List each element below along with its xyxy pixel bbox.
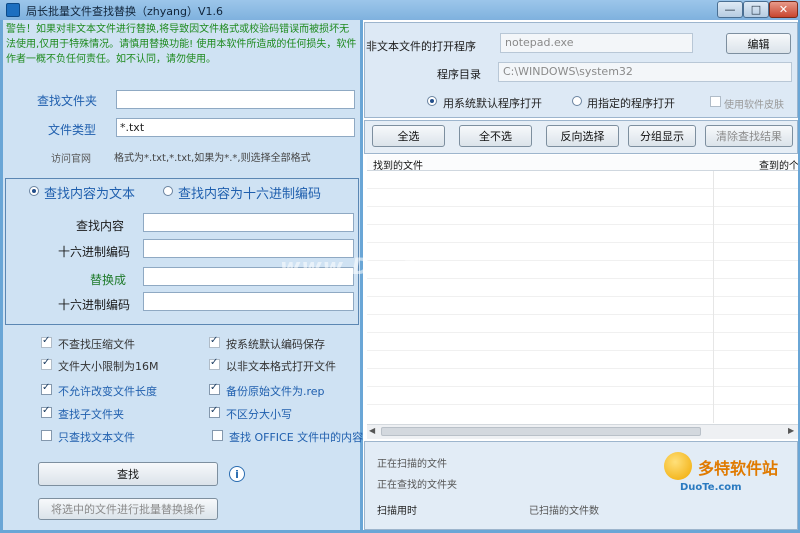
option-label-8: 只查找文本文件	[58, 431, 135, 444]
option-checkbox-1[interactable]	[209, 335, 220, 348]
visit-site-link[interactable]: 访问官网	[51, 150, 91, 165]
file-type-label: 文件类型	[48, 123, 97, 137]
use-default-radio[interactable]	[427, 96, 437, 106]
select-none-button[interactable]: 全不选	[459, 125, 532, 147]
maximize-button[interactable]: □	[743, 1, 769, 18]
mode-text-radio[interactable]	[29, 186, 39, 196]
mode-text-label: 查找内容为文本	[44, 187, 136, 202]
invert-selection-button[interactable]: 反向选择	[546, 125, 619, 147]
close-button[interactable]: ✕	[769, 1, 798, 18]
option-checkbox-2[interactable]	[41, 357, 52, 370]
hex1-label: 十六进制编码	[58, 245, 131, 259]
group-show-button[interactable]: 分组显示	[628, 125, 696, 147]
replace-hex-input[interactable]	[143, 292, 354, 311]
option-checkbox-0[interactable]	[41, 335, 52, 348]
option-checkbox-4[interactable]	[41, 382, 52, 395]
open-program-field[interactable]: notepad.exe	[500, 33, 693, 53]
scan-time-label: 扫描用时	[377, 506, 417, 517]
format-hint: 格式为*.txt,*.txt,如果为*.*,则选择全部格式	[114, 153, 311, 164]
find-button[interactable]: 查找	[38, 462, 218, 486]
option-label-3: 以非文本格式打开文件	[226, 360, 336, 373]
results-list[interactable]	[367, 171, 798, 423]
select-all-button[interactable]: 全选	[372, 125, 445, 147]
open-program-label: 非文本文件的打开程序	[366, 40, 476, 53]
info-icon[interactable]: i	[229, 466, 245, 482]
mode-hex-label: 查找内容为十六进制编码	[178, 187, 322, 202]
clear-results-button[interactable]: 清除查找结果	[705, 125, 793, 147]
mode-hex-radio[interactable]	[163, 186, 173, 196]
column-found-files[interactable]: 找到的文件	[373, 157, 423, 172]
duote-logo-subtext: DuoTe.com	[680, 482, 742, 493]
use-skin-checkbox[interactable]	[710, 96, 721, 107]
finding-folder-label: 正在查找的文件夹	[377, 480, 457, 491]
hex2-label: 十六进制编码	[58, 298, 131, 312]
batch-replace-button[interactable]: 将选中的文件进行批量替换操作	[38, 498, 218, 520]
scanned-count-label: 已扫描的文件数	[529, 506, 599, 517]
find-folder-input[interactable]	[116, 90, 355, 109]
option-label-2: 文件大小限制为16M	[58, 360, 159, 373]
option-label-1: 按系统默认编码保存	[226, 338, 325, 351]
duote-logo-text: 多特软件站	[698, 459, 779, 478]
option-label-4: 不允许改变文件长度	[58, 385, 157, 398]
option-label-9: 查找 OFFICE 文件中的内容	[229, 431, 364, 444]
find-content-label: 查找内容	[76, 219, 125, 233]
option-label-5: 备份原始文件为.rep	[226, 385, 325, 398]
scanning-file-label: 正在扫描的文件	[377, 459, 447, 470]
use-skin-label: 使用软件皮肤	[724, 100, 784, 111]
scrollbar-thumb[interactable]	[381, 427, 701, 436]
use-default-label: 用系统默认程序打开	[443, 97, 542, 110]
option-checkbox-7[interactable]	[209, 405, 220, 418]
warning-text: 警告！如果对非文本文件进行替换,将导致因文件格式或校验码错误而被损坏无法使用,仅…	[6, 24, 357, 65]
file-type-input[interactable]	[116, 118, 355, 137]
results-header	[367, 155, 798, 171]
column-found-count[interactable]: 查到的个	[759, 157, 798, 172]
replace-label: 替换成	[90, 273, 127, 287]
option-checkbox-8[interactable]	[41, 430, 52, 441]
duote-logo-icon	[664, 452, 692, 480]
edit-button[interactable]: 编辑	[726, 33, 791, 54]
use-specified-label: 用指定的程序打开	[587, 97, 675, 110]
scroll-right-arrow-icon[interactable]: ▶	[788, 426, 794, 435]
option-checkbox-9[interactable]	[212, 430, 223, 441]
scroll-left-arrow-icon[interactable]: ◀	[369, 426, 375, 435]
option-label-7: 不区分大小写	[226, 408, 292, 421]
option-checkbox-5[interactable]	[209, 382, 220, 395]
program-dir-field[interactable]: C:\WINDOWS\system32	[498, 62, 792, 82]
program-dir-label: 程序目录	[437, 68, 481, 81]
option-checkbox-3[interactable]	[209, 357, 220, 370]
app-icon	[6, 3, 20, 17]
find-content-input[interactable]	[143, 213, 354, 232]
minimize-button[interactable]: —	[717, 1, 743, 18]
column-divider	[713, 171, 714, 423]
window-title: 局长批量文件查找替换（zhyang）V1.6	[26, 5, 223, 18]
option-label-6: 查找子文件夹	[58, 408, 124, 421]
option-label-0: 不查找压缩文件	[58, 338, 135, 351]
option-checkbox-6[interactable]	[41, 405, 52, 418]
find-folder-label: 查找文件夹	[37, 94, 98, 108]
watermark-text: www.DuoTe.com	[280, 255, 497, 280]
use-specified-radio[interactable]	[572, 96, 582, 106]
